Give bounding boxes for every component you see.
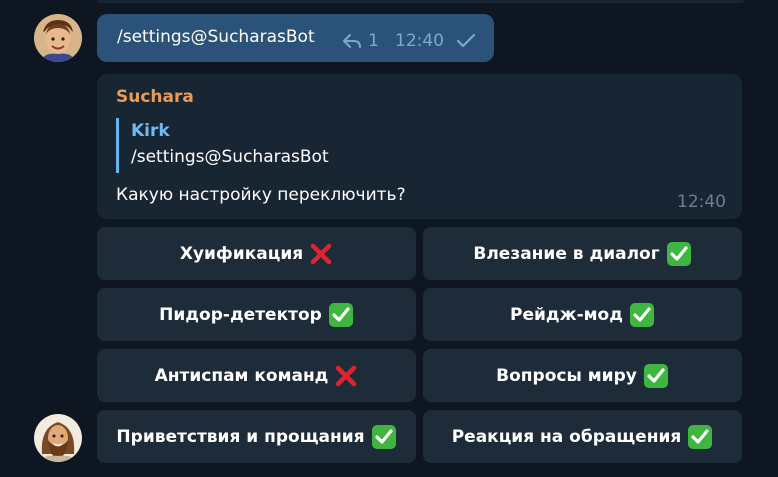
keyboard-button[interactable]: Пидор-детектор [97,288,416,341]
button-label: Вопросы миру [496,365,637,386]
sender-name[interactable]: Suchara [116,87,194,107]
check-mark-icon [643,363,669,389]
check-mark-icon [371,424,397,450]
keyboard-button[interactable]: Реакция на обращения [423,410,742,463]
check-mark-icon [629,302,655,328]
reply-quote[interactable]: Kirk /settings@SucharasBot [116,118,329,173]
message-text: /settings@SucharasBot [117,27,315,47]
outgoing-message[interactable]: /settings@SucharasBot 1 12:40 [97,14,494,62]
keyboard-button[interactable]: Хуификация [97,227,416,280]
button-label: Приветствия и прощания [116,426,365,447]
button-label: Реакция на обращения [451,426,682,447]
user-avatar[interactable] [34,14,82,62]
button-label: Рейдж-мод [510,304,623,325]
chat-view: /settings@SucharasBot 1 12:40 Suchara Ki… [0,0,778,477]
keyboard-button[interactable]: Рейдж-мод [423,288,742,341]
check-mark-icon [328,302,354,328]
button-label: Пидор-детектор [159,304,322,325]
button-label: Антиспам команд [154,365,329,386]
keyboard-button[interactable]: Вопросы миру [423,349,742,402]
reply-count[interactable]: 1 [368,31,379,51]
previous-message-bubble [97,0,744,3]
incoming-message[interactable]: Suchara Kirk /settings@SucharasBot Какую… [97,74,742,219]
quote-text: /settings@SucharasBot [131,147,329,167]
message-meta: 1 12:40 [342,31,476,51]
message-time: 12:40 [677,192,726,212]
read-check-icon [456,33,476,49]
message-time: 12:40 [395,31,444,51]
button-label: Влезание в диалог [473,243,660,264]
keyboard-button[interactable]: Приветствия и прощания [97,410,416,463]
keyboard-button[interactable]: Антиспам команд [97,349,416,402]
quote-author: Kirk [131,121,170,141]
cross-mark-icon [309,242,333,266]
check-mark-icon [687,424,713,450]
bot-avatar[interactable] [34,414,82,462]
cross-mark-icon [334,364,358,388]
message-text: Какую настройку переключить? [116,185,406,205]
button-label: Хуификация [179,243,304,264]
keyboard-button[interactable]: Влезание в диалог [423,227,742,280]
check-mark-icon [666,241,692,267]
reply-icon[interactable] [342,33,362,49]
